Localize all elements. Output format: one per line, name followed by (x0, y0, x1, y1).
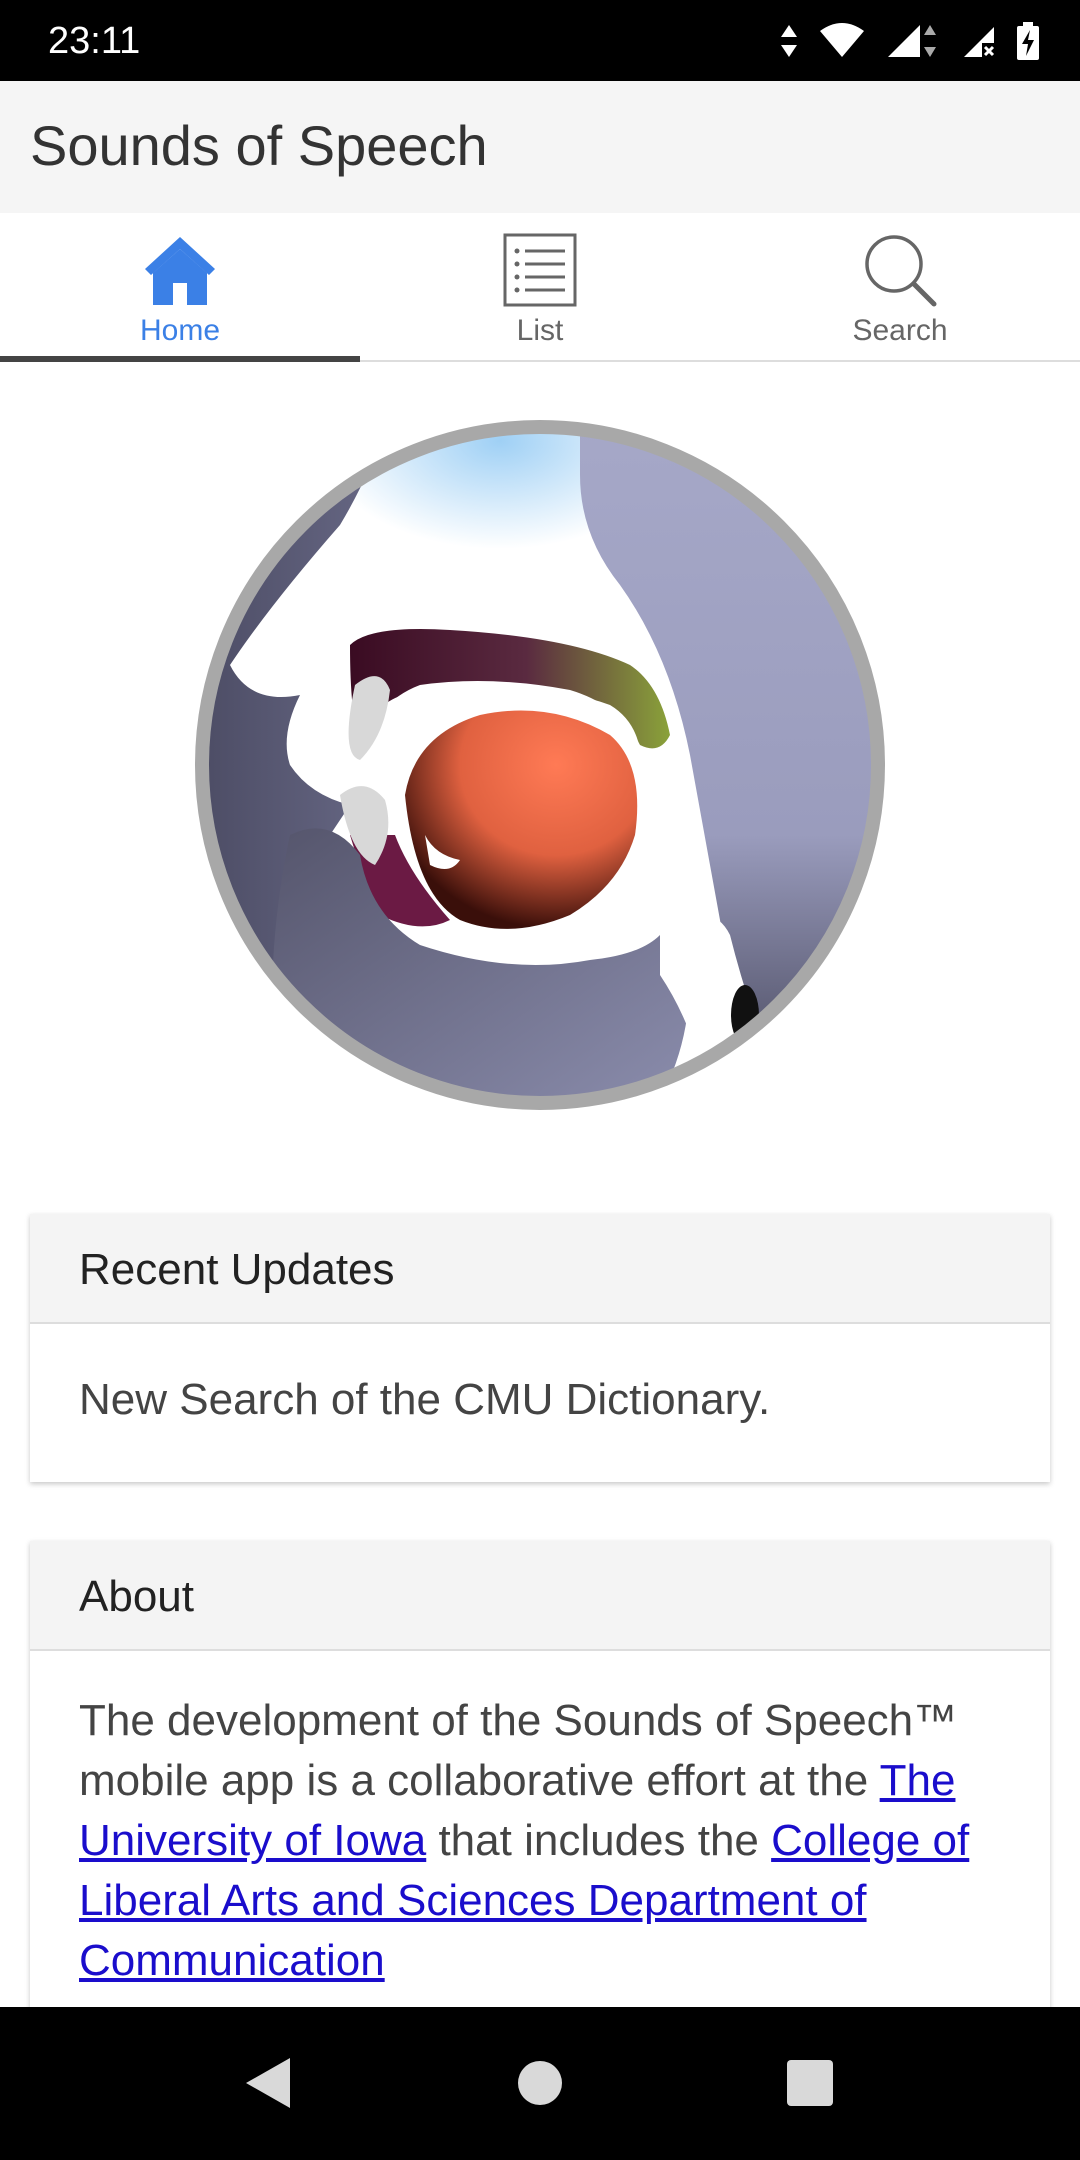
about-text-2: that includes the (426, 1816, 772, 1865)
tab-home-label: Home (139, 314, 221, 347)
signal-icon (884, 23, 942, 59)
recents-button[interactable] (780, 2053, 840, 2113)
tab-search[interactable]: Search (720, 213, 1080, 360)
recent-updates-body: New Search of the CMU Dictionary. (30, 1324, 1050, 1470)
tab-search-label: Search (852, 314, 948, 347)
about-body: The development of the Sounds of Speech™… (30, 1651, 1050, 2031)
list-icon (360, 227, 720, 313)
about-title: About (79, 1572, 194, 1621)
screen: 23:11 Sounds of Speech Home List Search … (0, 0, 1080, 2160)
app-title: Sounds of Speech (30, 114, 488, 177)
system-nav-bar (0, 2007, 1080, 2160)
home-circle-icon (518, 2061, 562, 2105)
tab-list-label: List (516, 314, 564, 347)
tab-home[interactable]: Home (0, 213, 360, 362)
data-transfer-icon (778, 23, 800, 59)
app-bar: Sounds of Speech (0, 81, 1080, 213)
home-button[interactable] (510, 2053, 570, 2113)
recent-updates-title: Recent Updates (79, 1245, 395, 1294)
status-bar: 23:11 (0, 0, 1080, 81)
home-icon (0, 227, 360, 313)
tab-bar: Home List Search (0, 213, 1080, 362)
sounds-of-speech-logo (190, 415, 890, 1115)
back-icon (246, 2058, 290, 2108)
about-text-1: The development of the Sounds of Speech™… (79, 1696, 958, 1805)
about-card: About The development of the Sounds of S… (30, 1541, 1050, 2061)
back-button[interactable] (238, 2053, 298, 2113)
about-header: About (30, 1541, 1050, 1651)
wifi-icon (818, 23, 866, 59)
recents-square-icon (787, 2060, 833, 2106)
status-icons (778, 18, 1040, 64)
tab-list[interactable]: List (360, 213, 720, 360)
recent-updates-header: Recent Updates (30, 1214, 1050, 1324)
recent-updates-text: New Search of the CMU Dictionary. (79, 1375, 771, 1424)
recent-updates-card: Recent Updates New Search of the CMU Dic… (30, 1214, 1050, 1482)
search-icon (720, 227, 1080, 313)
signal-no-data-icon (960, 23, 998, 59)
status-time: 23:11 (48, 20, 141, 62)
battery-charging-icon (1016, 22, 1040, 60)
